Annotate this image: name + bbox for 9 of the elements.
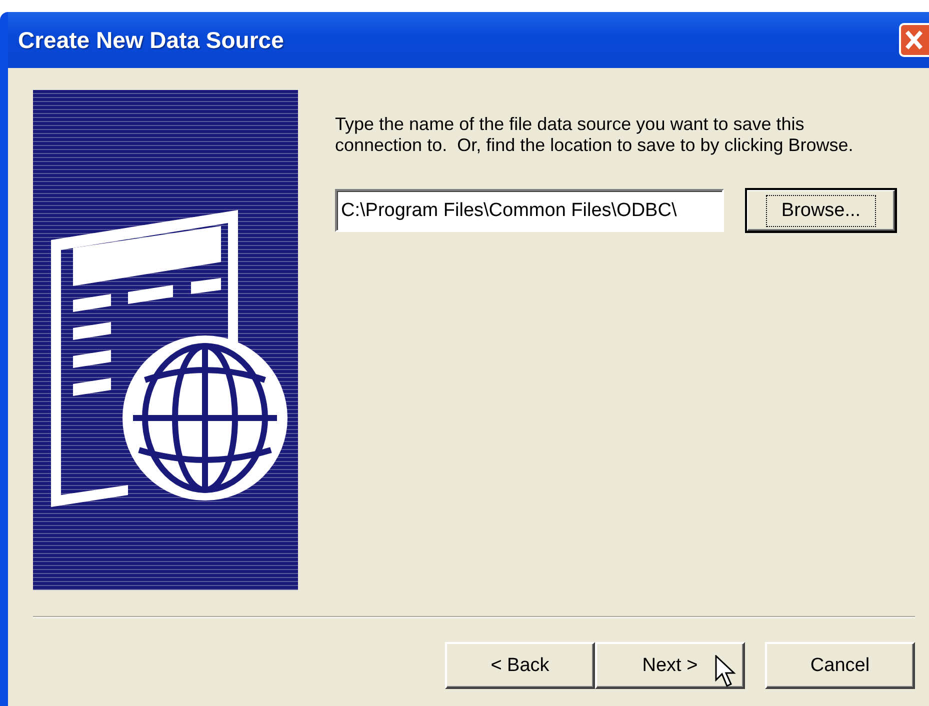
mouse-pointer-icon [715,655,737,689]
file-path-field[interactable]: C:\Program Files\Common Files\ODBC\ [335,189,724,232]
next-button[interactable]: Next > [595,642,745,689]
instruction-text: Type the name of the file data source you want to save this connection to. Or, find the location to save to by clicking Browse. [335,114,854,156]
browse-button[interactable]: Browse... [746,189,896,232]
back-button[interactable]: < Back [445,642,595,689]
close-icon[interactable] [899,23,929,57]
window-title: Create New Data Source [17,26,284,54]
cancel-button[interactable]: Cancel [765,642,915,689]
